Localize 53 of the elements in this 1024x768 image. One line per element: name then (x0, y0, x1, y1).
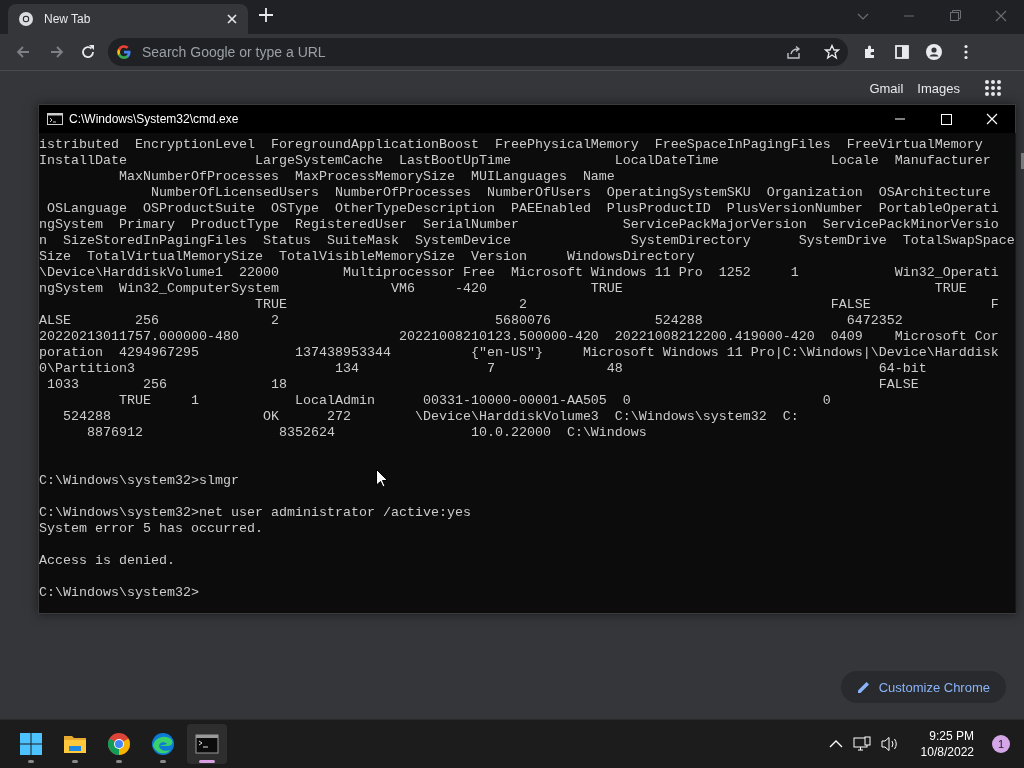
console-line: C:\Windows\system32> (39, 585, 199, 601)
scrollbar-thumb[interactable] (1020, 153, 1024, 169)
console-line: ngSystem Win32_ComputerSystem VM6 -420 TRUE TRUE (39, 281, 967, 297)
console-line: NumberOfLicensedUsers NumberOfProcesses NumberOfUsers OperatingSystemSKU Organization OSArchitecture (149, 185, 991, 201)
console-icon (47, 113, 63, 125)
console-line: Access is denied. (39, 553, 175, 569)
edge-logo-icon (151, 732, 175, 756)
address-bar[interactable]: Search Google or type a URL (108, 38, 848, 66)
console-line: InstallDate LargeSystemCache LastBootUpTime LocalDateTime Locale Manufacturer (39, 153, 991, 169)
network-icon[interactable] (852, 736, 871, 752)
console-line: System error 5 has occurred. (39, 521, 263, 537)
reload-icon[interactable] (79, 43, 97, 61)
terminal-icon (195, 732, 219, 756)
console-line: n SizeStoredInPagingFiles Status SuiteMask SystemDevice SystemDirectory SystemDrive TotalSwapSpace (39, 233, 1015, 249)
profile-icon[interactable] (925, 43, 943, 61)
console-line: \Device\HarddiskVolume1 22000 Multiprocessor Free Microsoft Windows 11 Pro 1252 1 Win32_Operati (39, 265, 999, 281)
console-line: 1033 256 18 FALSE (46, 377, 919, 393)
header-link[interactable]: Images (917, 80, 960, 96)
window-title: C:\Windows\System32\cmd.exe (69, 112, 240, 126)
console-line: istributed EncryptionLevel ForegroundApplicationBoost FreePhysicalMemory FreeSpaceInPagingFiles FreeVirtualMemory (39, 137, 983, 153)
chevron-up-icon[interactable] (828, 739, 843, 749)
new-tab-icon[interactable] (258, 7, 274, 23)
side-panel-icon[interactable] (893, 43, 911, 61)
console-line: 524288 OK 272 \Device\HarddiskVolume3 C:\Windows\system32 C: (62, 409, 799, 425)
console-line: TRUE 2 FALSE F (253, 297, 999, 313)
console-line: ALSE 256 2 5680076 524288 6472352 (39, 313, 903, 329)
console-line: C:\Windows\system32>net user administrator /active:yes (39, 505, 471, 521)
apps-grid-icon[interactable] (984, 79, 1002, 97)
mouse-cursor-icon (376, 469, 388, 488)
browser-tab[interactable]: New Tab (8, 4, 248, 34)
console-line: 0\Partition3 134 7 48 64-bit (39, 361, 927, 377)
google-logo-icon (116, 44, 132, 60)
console-line: C:\Windows\system32>slmgr (39, 473, 239, 489)
notification-badge[interactable]: 1 (992, 735, 1010, 753)
clock-date: 10/8/2022 (920, 744, 974, 760)
customize-chrome-button[interactable]: Customize Chrome (840, 671, 1006, 703)
share-icon[interactable] (786, 44, 802, 60)
console-line: 8876912 8352624 10.0.22000 C:\Windows (86, 425, 647, 441)
console-line: Size TotalVirtualMemorySize TotalVisibleMemorySize Version WindowsDirectory (39, 249, 695, 265)
volume-icon[interactable] (880, 736, 899, 752)
bookmark-star-icon[interactable] (824, 44, 840, 60)
windows-logo-icon (19, 732, 43, 756)
taskbar-app-button[interactable] (187, 724, 227, 764)
clock-time: 9:25 PM (929, 728, 974, 744)
console-line: ngSystem Primary ProductType RegisteredUser SerialNumber ServicePackMajorVersion ServicePackMinorVersio (39, 217, 999, 233)
console-line: poration 4294967295 137438953344 {"en-US"} Microsoft Windows 11 Pro|C:\Windows|\Device\Harddisk (39, 345, 999, 361)
console-line: MaxNumberOfProcesses MaxProcessMemorySize MUILanguages Name (117, 169, 615, 185)
console-line: OSLanguage OSProductSuite OSType OtherTypeDescription PAEEnabled PlusProductID PlusVersionNumber PortableOperati (46, 201, 999, 217)
pencil-icon (856, 680, 871, 694)
console-line: 20220213011757.000000-480 20221008210123.500000-420 20221008212200.419000-420 0409 Microsoft Cor (39, 329, 999, 345)
header-link[interactable]: Gmail (869, 80, 904, 96)
console-line: TRUE 1 LocalAdmin 00331-10000-00001-AA505 0 0 (117, 393, 831, 409)
close-tab-icon[interactable] (226, 13, 238, 25)
